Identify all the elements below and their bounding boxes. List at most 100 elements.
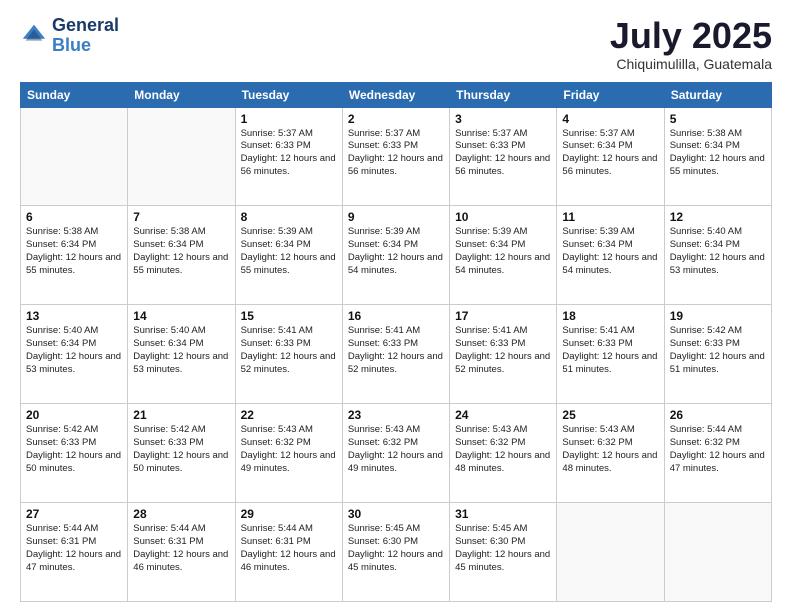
day-number: 22 [241, 408, 337, 422]
table-row: 22 Sunrise: 5:43 AMSunset: 6:32 PMDayligh… [235, 404, 342, 503]
table-row: 17 Sunrise: 5:41 AMSunset: 6:33 PMDayligh… [450, 305, 557, 404]
day-number: 8 [241, 210, 337, 224]
day-number: 20 [26, 408, 122, 422]
table-row: 4 Sunrise: 5:37 AMSunset: 6:34 PMDaylight… [557, 107, 664, 206]
day-number: 19 [670, 309, 766, 323]
table-row: 12 Sunrise: 5:40 AMSunset: 6:34 PMDayligh… [664, 206, 771, 305]
calendar-week-row: 6 Sunrise: 5:38 AMSunset: 6:34 PMDaylight… [21, 206, 772, 305]
logo-line2: Blue [52, 35, 91, 55]
table-row: 31 Sunrise: 5:45 AMSunset: 6:30 PMDayligh… [450, 503, 557, 602]
calendar-week-row: 13 Sunrise: 5:40 AMSunset: 6:34 PMDayligh… [21, 305, 772, 404]
table-row: 11 Sunrise: 5:39 AMSunset: 6:34 PMDayligh… [557, 206, 664, 305]
day-info: Sunrise: 5:45 AMSunset: 6:30 PMDaylight:… [455, 523, 551, 574]
table-row: 10 Sunrise: 5:39 AMSunset: 6:34 PMDayligh… [450, 206, 557, 305]
table-row: 16 Sunrise: 5:41 AMSunset: 6:33 PMDayligh… [342, 305, 449, 404]
table-row: 25 Sunrise: 5:43 AMSunset: 6:32 PMDayligh… [557, 404, 664, 503]
day-number: 30 [348, 507, 444, 521]
day-info: Sunrise: 5:39 AMSunset: 6:34 PMDaylight:… [455, 226, 551, 277]
month-title: July 2025 [610, 16, 772, 56]
header: General Blue July 2025 Chiquimulilla, Gu… [20, 16, 772, 72]
logo-icon [20, 22, 48, 50]
day-info: Sunrise: 5:44 AMSunset: 6:31 PMDaylight:… [241, 523, 337, 574]
day-number: 4 [562, 112, 658, 126]
table-row: 14 Sunrise: 5:40 AMSunset: 6:34 PMDayligh… [128, 305, 235, 404]
day-info: Sunrise: 5:44 AMSunset: 6:32 PMDaylight:… [670, 424, 766, 475]
calendar-week-row: 1 Sunrise: 5:37 AMSunset: 6:33 PMDaylight… [21, 107, 772, 206]
table-row [557, 503, 664, 602]
table-row: 6 Sunrise: 5:38 AMSunset: 6:34 PMDaylight… [21, 206, 128, 305]
day-info: Sunrise: 5:40 AMSunset: 6:34 PMDaylight:… [133, 325, 229, 376]
day-number: 14 [133, 309, 229, 323]
logo: General Blue [20, 16, 119, 56]
day-info: Sunrise: 5:42 AMSunset: 6:33 PMDaylight:… [670, 325, 766, 376]
table-row: 20Sunrise: 5:42 AMSunset: 6:33 PMDayligh… [21, 404, 128, 503]
day-number: 7 [133, 210, 229, 224]
day-info: Sunrise: 5:38 AMSunset: 6:34 PMDaylight:… [26, 226, 122, 277]
table-row: 5Sunrise: 5:38 AMSunset: 6:34 PMDaylight… [664, 107, 771, 206]
table-row: 7 Sunrise: 5:38 AMSunset: 6:34 PMDaylight… [128, 206, 235, 305]
day-number: 1 [241, 112, 337, 126]
day-info: Sunrise: 5:43 AMSunset: 6:32 PMDaylight:… [241, 424, 337, 475]
table-row [21, 107, 128, 206]
day-info: Sunrise: 5:41 AMSunset: 6:33 PMDaylight:… [562, 325, 658, 376]
day-info: Sunrise: 5:40 AMSunset: 6:34 PMDaylight:… [670, 226, 766, 277]
page: General Blue July 2025 Chiquimulilla, Gu… [0, 0, 792, 612]
day-number: 13 [26, 309, 122, 323]
day-number: 31 [455, 507, 551, 521]
table-row: 8 Sunrise: 5:39 AMSunset: 6:34 PMDaylight… [235, 206, 342, 305]
table-row: 29Sunrise: 5:44 AMSunset: 6:31 PMDayligh… [235, 503, 342, 602]
day-info: Sunrise: 5:41 AMSunset: 6:33 PMDaylight:… [455, 325, 551, 376]
title-block: July 2025 Chiquimulilla, Guatemala [610, 16, 772, 72]
table-row: 24Sunrise: 5:43 AMSunset: 6:32 PMDayligh… [450, 404, 557, 503]
day-info: Sunrise: 5:45 AMSunset: 6:30 PMDaylight:… [348, 523, 444, 574]
day-info: Sunrise: 5:42 AMSunset: 6:33 PMDaylight:… [133, 424, 229, 475]
day-number: 25 [562, 408, 658, 422]
table-row: 15 Sunrise: 5:41 AMSunset: 6:33 PMDayligh… [235, 305, 342, 404]
col-monday: Monday [128, 82, 235, 107]
day-number: 23 [348, 408, 444, 422]
day-number: 18 [562, 309, 658, 323]
day-info: Sunrise: 5:43 AMSunset: 6:32 PMDaylight:… [455, 424, 551, 475]
day-info: Sunrise: 5:37 AMSunset: 6:34 PMDaylight:… [562, 128, 658, 179]
logo-text: General Blue [52, 16, 119, 56]
day-number: 10 [455, 210, 551, 224]
day-info: Sunrise: 5:39 AMSunset: 6:34 PMDaylight:… [241, 226, 337, 277]
day-number: 17 [455, 309, 551, 323]
day-number: 11 [562, 210, 658, 224]
day-info: Sunrise: 5:41 AMSunset: 6:33 PMDaylight:… [241, 325, 337, 376]
col-friday: Friday [557, 82, 664, 107]
day-number: 26 [670, 408, 766, 422]
col-saturday: Saturday [664, 82, 771, 107]
table-row: 23 Sunrise: 5:43 AMSunset: 6:32 PMDayligh… [342, 404, 449, 503]
table-row: 28Sunrise: 5:44 AMSunset: 6:31 PMDayligh… [128, 503, 235, 602]
table-row: 30 Sunrise: 5:45 AMSunset: 6:30 PMDayligh… [342, 503, 449, 602]
table-row: 18 Sunrise: 5:41 AMSunset: 6:33 PMDayligh… [557, 305, 664, 404]
day-info: Sunrise: 5:38 AMSunset: 6:34 PMDaylight:… [133, 226, 229, 277]
day-number: 2 [348, 112, 444, 126]
day-number: 15 [241, 309, 337, 323]
table-row: 13Sunrise: 5:40 AMSunset: 6:34 PMDayligh… [21, 305, 128, 404]
day-info: Sunrise: 5:37 AMSunset: 6:33 PMDaylight:… [241, 128, 337, 179]
day-info: Sunrise: 5:43 AMSunset: 6:32 PMDaylight:… [348, 424, 444, 475]
day-number: 16 [348, 309, 444, 323]
day-number: 9 [348, 210, 444, 224]
day-info: Sunrise: 5:41 AMSunset: 6:33 PMDaylight:… [348, 325, 444, 376]
table-row: 2 Sunrise: 5:37 AMSunset: 6:33 PMDaylight… [342, 107, 449, 206]
table-row: 21 Sunrise: 5:42 AMSunset: 6:33 PMDayligh… [128, 404, 235, 503]
table-row: 9Sunrise: 5:39 AMSunset: 6:34 PMDaylight… [342, 206, 449, 305]
day-number: 21 [133, 408, 229, 422]
table-row [664, 503, 771, 602]
day-number: 3 [455, 112, 551, 126]
day-number: 27 [26, 507, 122, 521]
day-number: 5 [670, 112, 766, 126]
day-info: Sunrise: 5:43 AMSunset: 6:32 PMDaylight:… [562, 424, 658, 475]
col-sunday: Sunday [21, 82, 128, 107]
day-number: 12 [670, 210, 766, 224]
table-row [128, 107, 235, 206]
location-subtitle: Chiquimulilla, Guatemala [610, 56, 772, 72]
day-number: 6 [26, 210, 122, 224]
day-info: Sunrise: 5:37 AMSunset: 6:33 PMDaylight:… [348, 128, 444, 179]
day-info: Sunrise: 5:39 AMSunset: 6:34 PMDaylight:… [562, 226, 658, 277]
calendar-week-row: 20 Sunrise: 5:42 AMSunset: 6:33 PMDayligh… [21, 404, 772, 503]
day-info: Sunrise: 5:37 AMSunset: 6:33 PMDaylight:… [455, 128, 551, 179]
